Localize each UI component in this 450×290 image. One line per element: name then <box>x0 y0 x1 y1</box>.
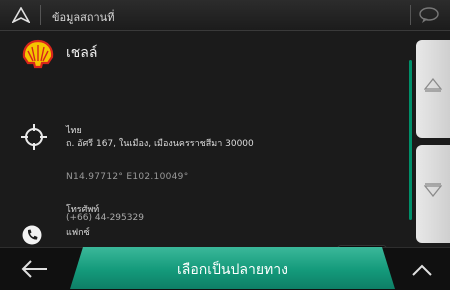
address-country: ไทย <box>66 126 82 136</box>
scroll-up-icon <box>424 78 442 92</box>
address-line: ถ. อัศรี 167, ในเมือง, เมืองนครราชสีมา 3… <box>66 139 254 149</box>
place-name: เชลล์ <box>66 45 98 61</box>
shell-logo <box>22 39 54 69</box>
place-details: เชลล์ ไทย ถ. อัศรี 167, ในเมือง, เมืองนค… <box>0 31 400 279</box>
phone-number: (+66) 44-295329 <box>66 213 144 223</box>
select-as-destination-button[interactable]: เลือกเป็นปลายทาง <box>70 247 395 289</box>
phone-icon <box>22 225 42 245</box>
coordinates: N14.97712° E102.10049° <box>66 172 189 182</box>
scroll-indicator <box>409 60 412 220</box>
page-title: ข้อมูลสถานที่ <box>52 11 115 24</box>
chevron-up-icon[interactable] <box>407 260 437 280</box>
location-crosshair-icon <box>21 124 47 150</box>
navigation-arrow-icon[interactable] <box>12 7 30 23</box>
scroll-down-icon <box>424 183 442 197</box>
select-as-destination-label: เลือกเป็นปลายทาง <box>177 262 288 278</box>
scroll-down-button[interactable] <box>416 145 450 243</box>
back-arrow-icon[interactable] <box>20 258 50 280</box>
chat-bubble-icon[interactable] <box>418 6 440 24</box>
divider <box>40 5 41 25</box>
fax-label: แฟกซ์ <box>66 228 90 238</box>
divider <box>410 5 411 25</box>
scroll-up-button[interactable] <box>416 40 450 138</box>
top-bar: ข้อมูลสถานที่ <box>0 0 450 31</box>
